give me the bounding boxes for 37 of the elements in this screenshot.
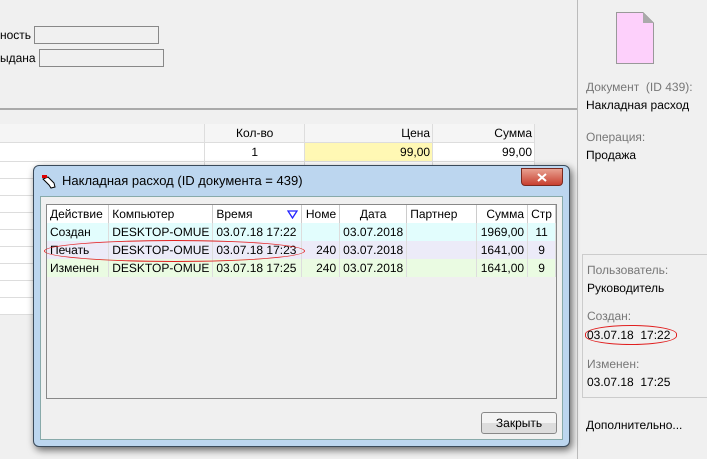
more-link[interactable]: Дополнительно... — [586, 416, 707, 434]
table-cell: 99,00 — [432, 142, 534, 162]
column-header[interactable]: Компьютер — [108, 205, 213, 223]
close-icon — [537, 172, 547, 182]
column-header[interactable]: Стр — [528, 205, 556, 223]
column-header: Кол-во — [204, 124, 305, 142]
table-cell: 1 — [204, 142, 305, 162]
column-header[interactable]: Действие — [47, 205, 109, 223]
document-label: Документ (ID 439): — [586, 79, 694, 96]
info-value: 03.07.18 17:25 — [587, 374, 672, 391]
column-header: Цена — [304, 124, 433, 142]
close-button[interactable] — [521, 168, 563, 186]
info-label: Изменен: — [587, 356, 640, 373]
info-value: Руководитель — [587, 280, 666, 297]
info-label: Пользователь: — [587, 262, 670, 279]
document-icon — [616, 12, 654, 64]
info-value: 03.07.18 17:22 — [585, 325, 678, 345]
table-row[interactable]: Печать DESKTOP-OMUE 03.07.18 17:23 240 03.07.2018 1641,00 9 — [47, 241, 556, 259]
operation-name: Продажа — [586, 147, 638, 164]
operation-label: Операция: — [586, 129, 646, 146]
sort-descending-icon — [287, 210, 298, 218]
input-field[interactable] — [34, 26, 160, 44]
close-button[interactable]: Закрыть — [481, 412, 557, 434]
column-header: Сумма — [432, 124, 534, 142]
table-row[interactable]: Создан DESKTOP-OMUE 03.07.18 17:22 03.07.2018 1969,00 11 — [47, 223, 556, 241]
column-header[interactable]: Партнер — [406, 205, 476, 223]
document-name: Накладная расход — [586, 97, 690, 114]
dialog-title: Накладная расход (ID документа = 439) — [62, 172, 303, 190]
info-label: Создан: — [587, 308, 632, 325]
table-row[interactable]: Изменен DESKTOP-OMUE 03.07.18 17:25 240 03.07.2018 1641,00 9 — [47, 259, 556, 277]
table-cell: 99,00 — [304, 142, 433, 162]
field-label: ность — [0, 27, 32, 44]
column-header[interactable]: Номе — [302, 205, 340, 223]
input-field[interactable] — [38, 49, 164, 67]
field-label: ыдана — [0, 50, 36, 67]
column-header[interactable]: Дата — [340, 205, 407, 223]
column-header[interactable]: Сумма — [476, 205, 528, 223]
